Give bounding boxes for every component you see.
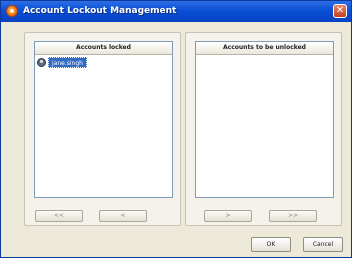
unlock-accounts-header: Accounts to be unlocked xyxy=(196,42,333,55)
cancel-button[interactable]: Cancel xyxy=(303,237,343,252)
list-item[interactable]: jane.singh xyxy=(35,57,172,69)
locked-accounts-header: Accounts locked xyxy=(35,42,172,55)
unlock-accounts-list[interactable]: Accounts to be unlocked xyxy=(195,41,334,198)
move-left-button[interactable]: < xyxy=(99,210,147,222)
dialog-window: Account Lockout Management ✕ Accounts lo… xyxy=(0,0,352,258)
move-all-right-button[interactable]: >> xyxy=(269,210,317,222)
list-item-label: jane.singh xyxy=(48,57,87,68)
close-button[interactable]: ✕ xyxy=(333,4,347,18)
window-title: Account Lockout Management xyxy=(23,6,177,16)
user-icon xyxy=(37,58,46,67)
locked-accounts-panel: Accounts locked jane.singh << < xyxy=(24,32,181,226)
locked-accounts-list[interactable]: Accounts locked jane.singh xyxy=(34,41,173,198)
app-icon xyxy=(6,5,18,17)
ok-button[interactable]: OK xyxy=(251,237,291,252)
move-right-button[interactable]: > xyxy=(204,210,252,222)
title-bar[interactable]: Account Lockout Management ✕ xyxy=(1,1,351,22)
unlock-accounts-panel: Accounts to be unlocked > >> xyxy=(185,32,342,226)
move-all-left-button[interactable]: << xyxy=(35,210,83,222)
